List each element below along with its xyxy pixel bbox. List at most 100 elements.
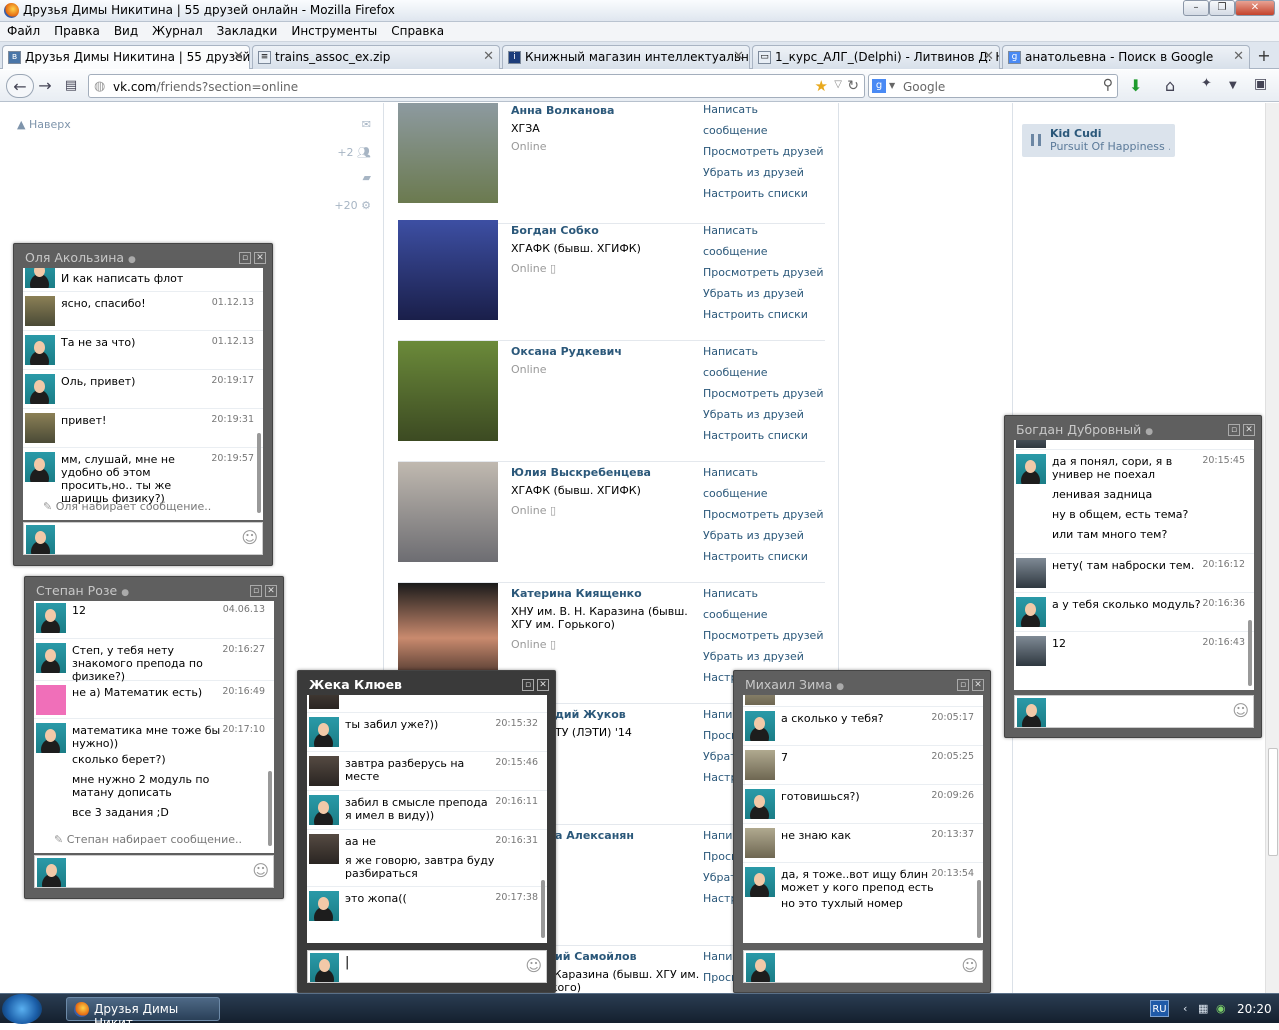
tab-close-icon[interactable]: ✕	[483, 49, 494, 64]
maximize-button[interactable]: ❐	[1209, 0, 1235, 16]
google-icon[interactable]: g	[872, 79, 886, 93]
new-tab-button[interactable]: +	[1253, 46, 1275, 66]
close-chat-icon[interactable]: ✕	[972, 679, 984, 691]
chat-input[interactable]: ☺	[743, 950, 983, 983]
chat-log[interactable]: ты забил уже?)) 20:15:32 завтра разберусь…	[307, 695, 547, 943]
smiley-icon[interactable]: ☺	[1232, 701, 1249, 720]
friend-name[interactable]: Богдан Собко	[511, 224, 599, 237]
chat-scrollbar[interactable]	[268, 771, 272, 846]
menu-help[interactable]: Справка	[384, 22, 451, 40]
forward-button[interactable]: →	[36, 74, 54, 98]
download-icon[interactable]: ⬇	[1129, 76, 1142, 95]
menu-view[interactable]: Вид	[107, 22, 145, 40]
smiley-icon[interactable]: ☺	[241, 528, 258, 547]
view-friends-link[interactable]: Просмотреть друзей	[703, 504, 825, 525]
write-message-link[interactable]: Написать сообщение	[703, 583, 825, 625]
view-friends-link[interactable]: Просмотреть друзей	[703, 262, 825, 283]
tab-close-icon[interactable]: ✕	[233, 49, 244, 64]
chat-scrollbar[interactable]	[541, 880, 545, 938]
tab-close-icon[interactable]: ✕	[1233, 49, 1244, 64]
friend-photo[interactable]	[398, 462, 498, 562]
chat-input[interactable]: ☺	[1014, 695, 1254, 728]
configure-lists-link[interactable]: Настроить списки	[703, 183, 825, 204]
menu-history[interactable]: Журнал	[145, 22, 210, 40]
write-message-link[interactable]: Написать сообщение	[703, 103, 825, 141]
smiley-icon[interactable]: ☺	[961, 956, 978, 975]
chat-log[interactable]: а сколько у тебя? 20:05:17 7 20:05:25 гото…	[743, 695, 983, 943]
url-dropdown-icon[interactable]: ▽	[834, 79, 842, 90]
bookmark-star-icon[interactable]: ★	[815, 77, 828, 95]
configure-lists-link[interactable]: Настроить списки	[703, 304, 825, 325]
friend-name[interactable]: Юлия Выскребенцева	[511, 466, 651, 479]
address-bar[interactable]: ◍ vk.com/friends?section=online ★ ▽ ↻	[88, 74, 865, 98]
view-friends-link[interactable]: Просмотреть друзей	[703, 625, 825, 646]
reload-icon[interactable]: ↻	[847, 78, 859, 94]
chat-scrollbar[interactable]	[257, 433, 261, 513]
search-engine-dropdown-icon[interactable]: ▼	[889, 81, 895, 90]
tab-delphi-course[interactable]: ▭ 1_курс_АЛГ_(Delphi) - Литвинов Д. Н. ✕	[752, 45, 1000, 69]
tab-bookstore[interactable]: i Книжный магазин интеллектуальной л... …	[502, 45, 750, 69]
configure-lists-link[interactable]: Настроить списки	[703, 425, 825, 446]
menu-file[interactable]: Файл	[0, 22, 47, 40]
mail-icon[interactable]: ✉	[362, 118, 371, 131]
language-indicator[interactable]: RU	[1150, 1000, 1169, 1017]
scrollbar-thumb[interactable]	[1268, 748, 1278, 856]
minimize-chat-icon[interactable]: ▫	[239, 252, 251, 264]
friend-name[interactable]: дий Жуков	[555, 708, 626, 721]
close-window-button[interactable]: ✕	[1235, 0, 1275, 16]
chat-scrollbar[interactable]	[977, 880, 981, 938]
tab-close-icon[interactable]: ✕	[983, 49, 994, 64]
window-layout-icon[interactable]: ▣	[1254, 76, 1267, 92]
friend-photo[interactable]	[398, 341, 498, 441]
comments-icon[interactable]: ▰	[363, 171, 371, 184]
chat-title[interactable]: Жека Клюев	[309, 677, 402, 692]
chat-title[interactable]: Степан Розе ●	[36, 583, 129, 598]
taskbar-firefox-button[interactable]: Друзья Димы Никит...	[66, 997, 220, 1030]
close-chat-icon[interactable]: ✕	[265, 585, 277, 597]
chat-title[interactable]: Богдан Дубровный ●	[1016, 422, 1153, 437]
network-icon[interactable]: ▦	[1198, 1002, 1208, 1015]
view-friends-link[interactable]: Просмотреть друзей	[703, 383, 825, 404]
friend-photo[interactable]	[398, 103, 498, 203]
minimize-chat-icon[interactable]: ▫	[250, 585, 262, 597]
remove-friend-link[interactable]: Убрать из друзей	[703, 525, 825, 546]
chat-input[interactable]: | ☺	[307, 950, 547, 983]
addon-icon[interactable]: ✦	[1201, 76, 1212, 91]
configure-lists-link[interactable]: Настроить списки	[703, 546, 825, 567]
remove-friend-link[interactable]: Убрать из друзей	[703, 283, 825, 304]
view-friends-link[interactable]: Просмотреть друзей	[703, 141, 825, 162]
friend-photo[interactable]	[398, 583, 498, 683]
start-button[interactable]	[2, 994, 42, 1024]
menu-edit[interactable]: Правка	[47, 22, 107, 40]
friend-photo[interactable]	[398, 220, 498, 320]
minimize-button[interactable]: –	[1183, 0, 1209, 16]
search-bar[interactable]: g ▼ Google ⚲	[868, 74, 1118, 98]
chat-title[interactable]: Оля Акользина ●	[25, 250, 136, 265]
menu-bookmarks[interactable]: Закладки	[210, 22, 285, 40]
tab-vk-friends[interactable]: в Друзья Димы Никитина | 55 друзей он...…	[2, 45, 250, 69]
smiley-icon[interactable]: ☺	[525, 956, 542, 975]
remove-friend-link[interactable]: Убрать из друзей	[703, 404, 825, 425]
write-message-link[interactable]: Написать сообщение	[703, 462, 825, 504]
minimize-chat-icon[interactable]: ▫	[957, 679, 969, 691]
chat-log[interactable]: 12 04.06.13 Степ, у тебя нету знакомого п…	[34, 601, 274, 853]
toolbar-dropdown-icon[interactable]: ▼	[1229, 80, 1237, 91]
minimize-chat-icon[interactable]: ▫	[1228, 424, 1240, 436]
minimize-chat-icon[interactable]: ▫	[522, 679, 534, 691]
chat-log[interactable]: И как написать флот ясно, спасибо! 01.12.…	[23, 268, 263, 520]
home-icon[interactable]: ⌂	[1165, 76, 1175, 95]
taskbar-clock[interactable]: 20:20	[1237, 1002, 1272, 1016]
smiley-icon[interactable]: ☺	[252, 861, 269, 880]
back-button[interactable]: ←	[6, 74, 34, 98]
audio-player[interactable]: Kid Cudi Pursuit Of Happiness ...	[1022, 124, 1175, 157]
friend-name[interactable]: Анна Волканова	[511, 104, 614, 117]
tab-close-icon[interactable]: ✕	[733, 49, 744, 64]
page-scrollbar[interactable]	[1265, 103, 1279, 993]
close-chat-icon[interactable]: ✕	[1243, 424, 1255, 436]
scroll-top-link[interactable]: ▲ Наверх	[17, 118, 71, 131]
chat-scrollbar[interactable]	[1248, 620, 1252, 686]
write-message-link[interactable]: Написать сообщение	[703, 220, 825, 262]
remove-friend-link[interactable]: Убрать из друзей	[703, 162, 825, 183]
write-message-link[interactable]: Написать сообщение	[703, 341, 825, 383]
chat-log[interactable]: да я понял, сори, я в универ не поехал 20…	[1014, 440, 1254, 690]
